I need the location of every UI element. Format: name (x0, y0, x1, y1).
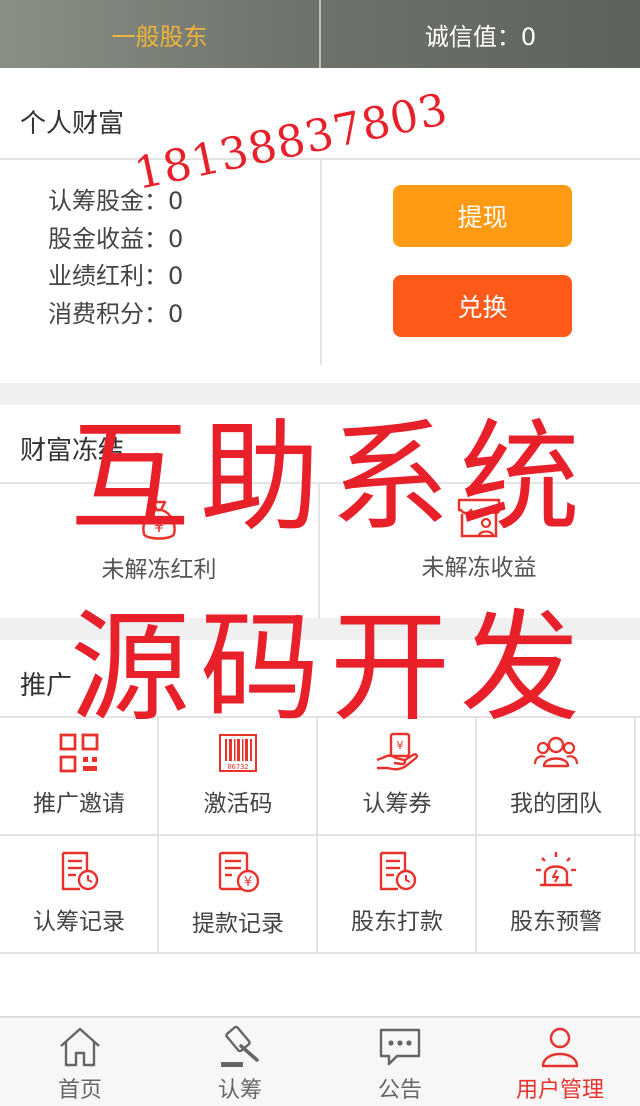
member-status-bar: 一般股东 诚信值：0 (0, 0, 640, 68)
wealth-performance-bonus: 业绩红利：0 (48, 262, 184, 290)
promo-label: 认筹记录 (33, 909, 125, 935)
tab-subscription[interactable]: 认筹 (160, 1018, 320, 1106)
freeze-item-income[interactable]: 未解冻收益 (320, 484, 638, 618)
record-clock-icon (379, 851, 417, 891)
hand-coupon-icon: ¥ (376, 732, 418, 771)
tab-label: 公告 (377, 1078, 422, 1103)
wealth-consumption-points: 消费积分：0 (48, 299, 184, 328)
promo-activation-code[interactable]: 06732 激活码 (159, 718, 317, 834)
promo-subscription-coupon[interactable]: ¥ 认筹券 (318, 718, 476, 834)
promo-subscription-records[interactable]: 认筹记录 (0, 836, 158, 952)
bottom-tab-bar: 首页 认筹 公告 用户管理 (0, 1016, 640, 1106)
promo-label: 认筹券 (362, 791, 432, 817)
gavel-icon (221, 1025, 259, 1067)
barcode-text: 06732 (227, 763, 248, 771)
promo-label: 激活码 (203, 791, 273, 817)
svg-text:¥: ¥ (154, 517, 164, 536)
section-gap (0, 618, 640, 640)
promo-label: 推广邀请 (33, 791, 125, 817)
freeze-section-title: 财富冻结 (20, 436, 125, 466)
qr-code-icon (59, 733, 99, 773)
svg-text:¥: ¥ (244, 875, 252, 890)
tab-home[interactable]: 首页 (0, 1018, 160, 1106)
credit-score: 诚信值：0 (424, 22, 537, 51)
tab-announcements[interactable]: 公告 (320, 1018, 480, 1106)
promotion-section-title: 推广 (20, 671, 73, 701)
alarm-icon (536, 852, 576, 887)
wealth-list: 认筹股金：0 股金收益：0 业绩红利：0 消费积分：0 (48, 183, 183, 333)
exchange-button[interactable]: 兑换 (393, 275, 572, 337)
home-icon (60, 1027, 100, 1067)
withdraw-button[interactable]: 提现 (393, 185, 572, 247)
money-bag-icon: ¥ (142, 500, 176, 540)
store-user-icon (457, 498, 501, 538)
barcode-icon: 06732 (219, 734, 257, 772)
wealth-divider (320, 160, 322, 365)
team-icon (533, 736, 579, 768)
promo-label: 我的团队 (510, 791, 602, 817)
promo-label: 股东预警 (510, 909, 602, 935)
user-icon (541, 1027, 579, 1068)
tab-label: 认筹 (217, 1078, 262, 1103)
tab-label: 用户管理 (515, 1078, 604, 1103)
tab-label: 首页 (57, 1078, 102, 1103)
freeze-item-bonus[interactable]: ¥ 未解冻红利 (0, 484, 318, 618)
record-yen-icon: ¥ (218, 851, 260, 893)
promo-my-team[interactable]: 我的团队 (477, 718, 635, 834)
promo-label: 提款记录 (192, 911, 284, 937)
promo-invite[interactable]: 推广邀请 (0, 718, 158, 834)
promo-label: 股东打款 (351, 909, 443, 935)
divider (0, 952, 640, 954)
wealth-capital-income: 股金收益：0 (48, 224, 184, 253)
tab-user-management[interactable]: 用户管理 (480, 1018, 640, 1106)
wealth-subscription-capital: 认筹股金：0 (48, 187, 184, 215)
promo-shareholder-payment[interactable]: 股东打款 (318, 836, 476, 952)
section-gap (0, 383, 640, 405)
promo-shareholder-alert[interactable]: 股东预警 (477, 836, 635, 952)
wealth-section-title: 个人财富 (20, 109, 125, 139)
user-center-page: 一般股东 诚信值：0 个人财富 认筹股金：0 股金收益：0 业绩红利：0 消费积… (0, 0, 640, 1106)
freeze-item-label: 未解冻红利 (101, 557, 217, 583)
member-rank: 一般股东 (111, 22, 208, 51)
svg-text:¥: ¥ (397, 739, 404, 752)
record-clock-icon (61, 851, 99, 891)
freeze-item-label: 未解冻收益 (421, 555, 537, 581)
message-icon (379, 1028, 421, 1066)
promo-withdrawal-records[interactable]: ¥ 提款记录 (159, 836, 317, 952)
